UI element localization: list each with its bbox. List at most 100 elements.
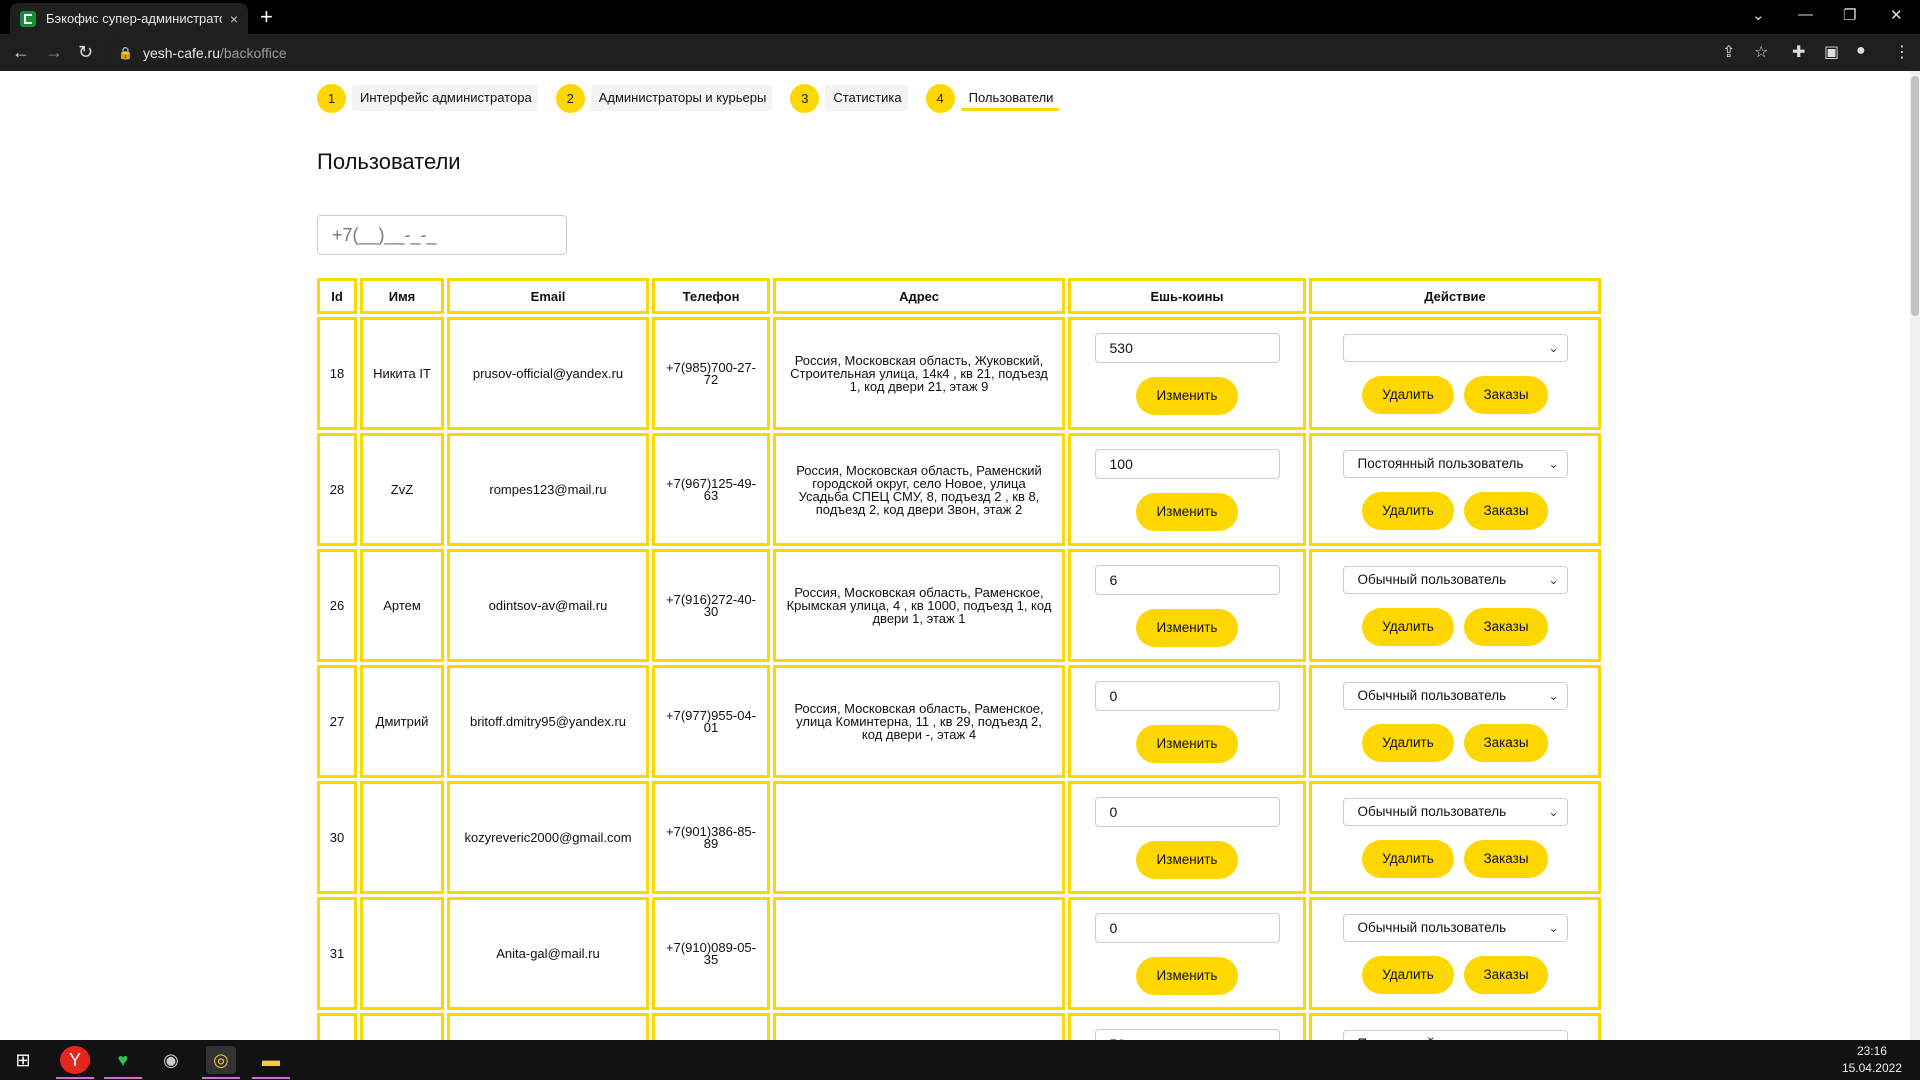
page-title: Пользователи	[317, 149, 461, 174]
close-window-icon[interactable]: ✕	[1890, 6, 1903, 24]
cell-coins: 0 Изменить	[1068, 665, 1306, 778]
nav-step-statistics[interactable]: 3 Статистика	[790, 83, 908, 113]
file-explorer-icon[interactable]: ▬	[256, 1046, 286, 1074]
cell-address: Россия, Московская область, Жуковский, С…	[773, 317, 1065, 430]
header-name: Имя	[360, 278, 444, 314]
chevron-down-icon: ⌄	[1548, 572, 1559, 587]
change-coins-button[interactable]: Изменить	[1136, 956, 1238, 995]
cell-coins: 100 Изменить	[1068, 433, 1306, 546]
back-icon[interactable]: ←	[12, 42, 30, 63]
share-icon[interactable]: ⇪	[1722, 42, 1735, 62]
cell-phone: +7(977)955-04-01	[652, 665, 770, 778]
cell-phone: +7(967)125-49-63	[652, 433, 770, 546]
role-select[interactable]: Постоянный пользователь⌄	[1342, 1029, 1568, 1040]
cell-action: Обычный пользователь ⌄ Удалить Заказы	[1309, 549, 1601, 662]
cell-phone: +7(901)386-85-89	[652, 781, 770, 894]
step-label: Статистика	[825, 85, 908, 111]
nav-step-users[interactable]: 4 Пользователи	[925, 83, 1060, 113]
delete-user-button[interactable]: Удалить	[1362, 375, 1454, 414]
cell-address: Россия, Московская область, Раменское, у…	[773, 665, 1065, 778]
table-row: 30 kozyreveric2000@gmail.com +7(901)386-85…	[317, 781, 1601, 894]
coins-input[interactable]: 100	[1094, 448, 1280, 479]
clock-date: 15.04.2022	[1841, 1061, 1902, 1075]
os-taskbar: ⊞ Y ♥ ◉ ◎ ▬ 23:16 15.04.2022	[0, 1040, 1920, 1080]
user-orders-button[interactable]: Заказы	[1464, 375, 1548, 414]
running-indicator	[252, 1077, 290, 1079]
cell-id: 18	[317, 317, 357, 430]
role-select[interactable]: ⌄	[1342, 333, 1568, 362]
user-orders-button[interactable]: Заказы	[1464, 955, 1548, 994]
header-coins: Ешь-коины	[1068, 278, 1306, 314]
user-orders-button[interactable]: Заказы	[1464, 723, 1548, 762]
user-orders-button[interactable]: Заказы	[1464, 839, 1548, 878]
restore-icon[interactable]: ❐	[1843, 6, 1856, 24]
header-phone: Телефон	[652, 278, 770, 314]
cell-action: Обычный пользователь ⌄ Удалить Заказы	[1309, 665, 1601, 778]
phone-search-input[interactable]: +7(__)__-_-_	[317, 215, 567, 255]
nav-step-admin-interface[interactable]: 1 Интерфейс администратора	[317, 83, 538, 113]
system-clock[interactable]: 23:16 15.04.2022	[1842, 1043, 1902, 1077]
delete-user-button[interactable]: Удалить	[1362, 839, 1454, 878]
user-orders-button[interactable]: Заказы	[1464, 491, 1548, 530]
change-coins-button[interactable]: Изменить	[1136, 840, 1238, 879]
forward-icon[interactable]: →	[45, 42, 63, 63]
windows-start-icon[interactable]: ⊞	[8, 1046, 38, 1074]
coins-input[interactable]: 0	[1094, 912, 1280, 943]
minimize-icon[interactable]: —	[1798, 6, 1813, 23]
tab-close-icon[interactable]: ×	[230, 11, 238, 27]
row-action-buttons: Удалить Заказы	[1312, 955, 1598, 994]
chrome-icon[interactable]: ◎	[206, 1046, 236, 1074]
reload-icon[interactable]: ↻	[78, 42, 93, 63]
browser-toolbar: ← → ↻ 🔒 yesh-cafe.ru/backoffice ⇪ ☆ ✚ ▣ …	[0, 34, 1920, 71]
delete-user-button[interactable]: Удалить	[1362, 491, 1454, 530]
role-select-value: Обычный пользователь	[1357, 803, 1507, 819]
delete-user-button[interactable]: Удалить	[1362, 607, 1454, 646]
cell-phone	[652, 1013, 770, 1040]
coins-input[interactable]: 530	[1094, 332, 1280, 363]
running-indicator	[202, 1077, 240, 1079]
yandex-browser-icon[interactable]: Y	[60, 1046, 90, 1074]
delete-user-button[interactable]: Удалить	[1362, 955, 1454, 994]
cell-email: odintsov-av@mail.ru	[447, 549, 649, 662]
app-globe-icon[interactable]: ◉	[156, 1046, 186, 1074]
user-orders-button[interactable]: Заказы	[1464, 607, 1548, 646]
role-select[interactable]: Обычный пользователь ⌄	[1342, 565, 1568, 594]
cell-name: Никита IT	[360, 317, 444, 430]
new-tab-button[interactable]: +	[260, 4, 273, 30]
running-indicator	[56, 1077, 94, 1079]
role-select[interactable]: Обычный пользователь ⌄	[1342, 797, 1568, 826]
coins-input[interactable]: 0	[1094, 680, 1280, 711]
nav-step-admins-couriers[interactable]: 2 Администраторы и курьеры	[555, 83, 773, 113]
delete-user-button[interactable]: Удалить	[1362, 723, 1454, 762]
side-panel-icon[interactable]: ▣	[1824, 42, 1839, 62]
change-coins-button[interactable]: Изменить	[1136, 608, 1238, 647]
page-content: 1 Интерфейс администратора 2 Администрат…	[0, 71, 1910, 1040]
change-coins-button[interactable]: Изменить	[1136, 376, 1238, 415]
url-path: /backoffice	[220, 45, 287, 61]
role-select[interactable]: Обычный пользователь ⌄	[1342, 681, 1568, 710]
header-email: Email	[447, 278, 649, 314]
chevron-down-icon: ⌄	[1548, 456, 1559, 471]
chevron-down-icon: ⌄	[1548, 920, 1559, 935]
role-select[interactable]: Постоянный пользователь⌄	[1342, 449, 1568, 478]
coins-input[interactable]: 6	[1094, 564, 1280, 595]
extensions-icon[interactable]: ✚	[1792, 42, 1805, 62]
address-bar[interactable]: 🔒 yesh-cafe.ru/backoffice	[108, 39, 1768, 67]
app-icon[interactable]: ♥	[108, 1046, 138, 1074]
change-coins-button[interactable]: Изменить	[1136, 724, 1238, 763]
role-select[interactable]: Обычный пользователь ⌄	[1342, 913, 1568, 942]
profile-avatar-icon[interactable]: ●	[1856, 42, 1866, 60]
coins-input[interactable]: 56	[1094, 1028, 1280, 1040]
header-address: Адрес	[773, 278, 1065, 314]
bookmark-star-icon[interactable]: ☆	[1754, 42, 1768, 62]
table-header-row: Id Имя Email Телефон Адрес Ешь-коины Дей…	[317, 278, 1601, 314]
table-row: 28 ZvZ rompes123@mail.ru +7(967)125-49-63 Ро…	[317, 433, 1601, 546]
browser-menu-icon[interactable]: ⋮	[1894, 42, 1910, 62]
row-action-buttons: Удалить Заказы	[1312, 491, 1598, 530]
browser-tab[interactable]: Бэкофис супер-администратора ×	[10, 3, 248, 34]
tab-search-chevron-icon[interactable]: ⌄	[1752, 6, 1765, 24]
change-coins-button[interactable]: Изменить	[1136, 492, 1238, 531]
coins-input[interactable]: 0	[1094, 796, 1280, 827]
cell-phone: +7(985)700-27-72	[652, 317, 770, 430]
scrollbar-thumb[interactable]	[1911, 76, 1919, 316]
